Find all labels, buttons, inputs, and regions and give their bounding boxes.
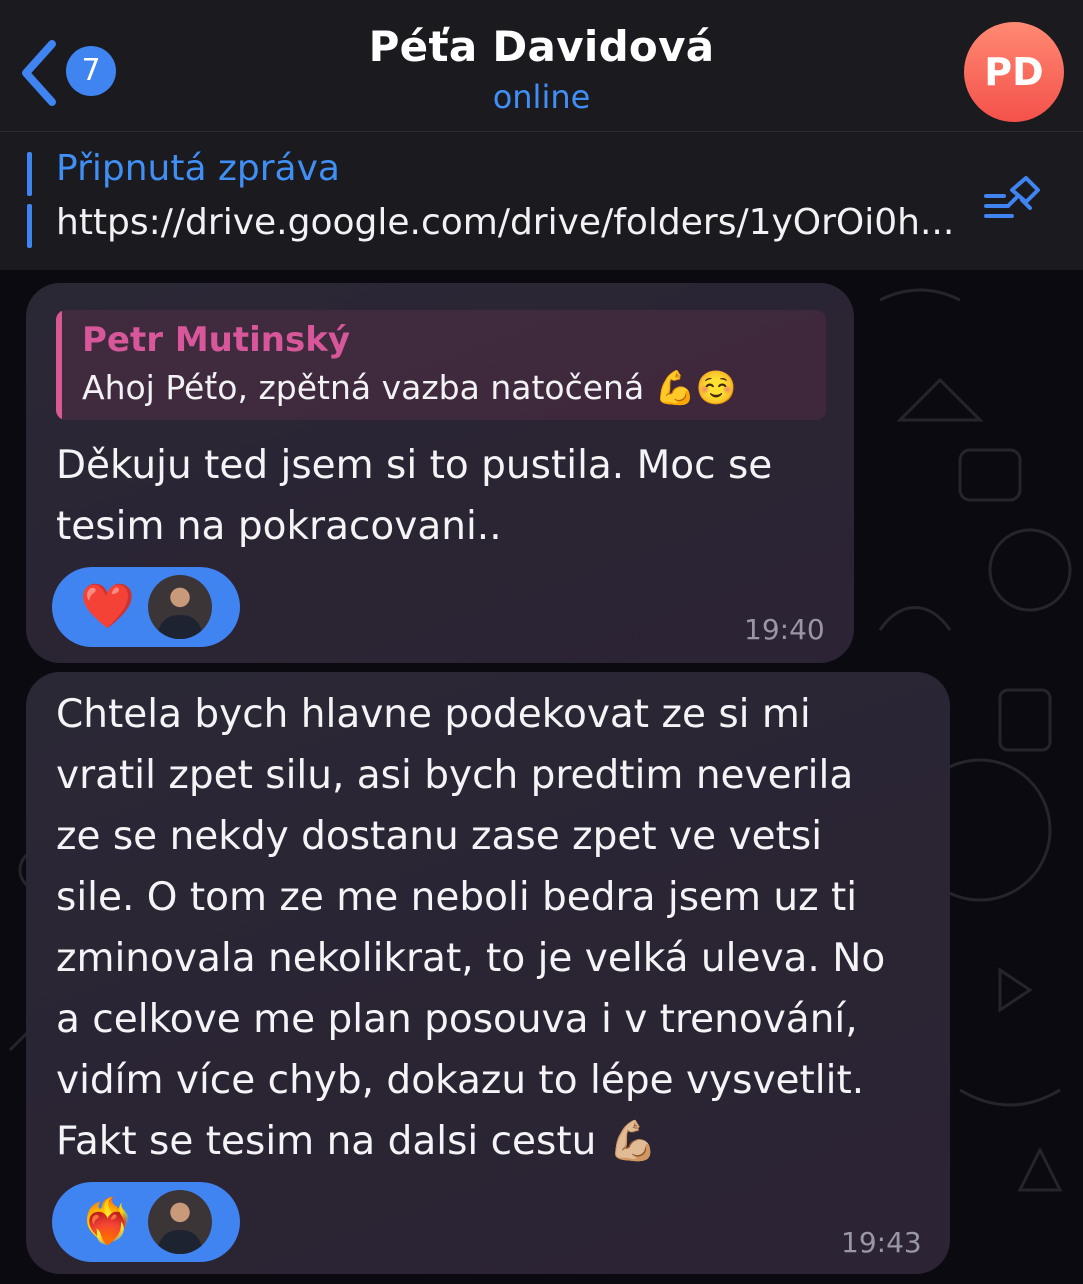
message-text: Děkuju ted jsem si to pustila. Moc se te…	[56, 443, 773, 549]
pinned-text: https://drive.google.com/drive/folders/1…	[56, 202, 955, 243]
pin-list-icon[interactable]	[982, 172, 1042, 228]
message-bubble[interactable]: Chtela bych hlavne podekovat ze si mi vr…	[26, 672, 950, 1274]
reactor-avatar	[148, 575, 212, 639]
reply-text: Ahoj Péťo, zpětná vazba natočená 💪☺️	[82, 368, 737, 407]
reactor-avatar	[148, 1190, 212, 1254]
pinned-indicator-bar	[27, 204, 32, 248]
pinned-message-bar[interactable]: Připnutá zpráva https://drive.google.com…	[0, 132, 1083, 270]
reply-author: Petr Mutinský	[82, 320, 350, 360]
pinned-title: Připnutá zpráva	[56, 148, 340, 189]
reaction-pill[interactable]: ❤️‍🔥	[52, 1182, 240, 1262]
message-text: Chtela bych hlavne podekovat ze si mi vr…	[56, 692, 886, 1164]
chat-header: 7 Péťa Davidová online PD	[0, 0, 1083, 132]
message-bubble[interactable]: Petr Mutinský Ahoj Péťo, zpětná vazba na…	[26, 283, 854, 663]
heart-on-fire-reaction-icon: ❤️‍🔥	[80, 1196, 135, 1247]
pinned-indicator-bar	[27, 152, 32, 196]
contact-status: online	[492, 78, 591, 116]
contact-name[interactable]: Péťa Davidová	[0, 22, 1083, 71]
message-time: 19:43	[841, 1226, 922, 1259]
reaction-pill[interactable]: ❤️	[52, 567, 240, 647]
message-time: 19:40	[744, 613, 825, 646]
heart-reaction-icon: ❤️	[80, 581, 135, 632]
reply-indicator-bar	[56, 310, 62, 420]
contact-avatar[interactable]: PD	[964, 22, 1064, 122]
reply-quote[interactable]: Petr Mutinský Ahoj Péťo, zpětná vazba na…	[56, 310, 826, 420]
